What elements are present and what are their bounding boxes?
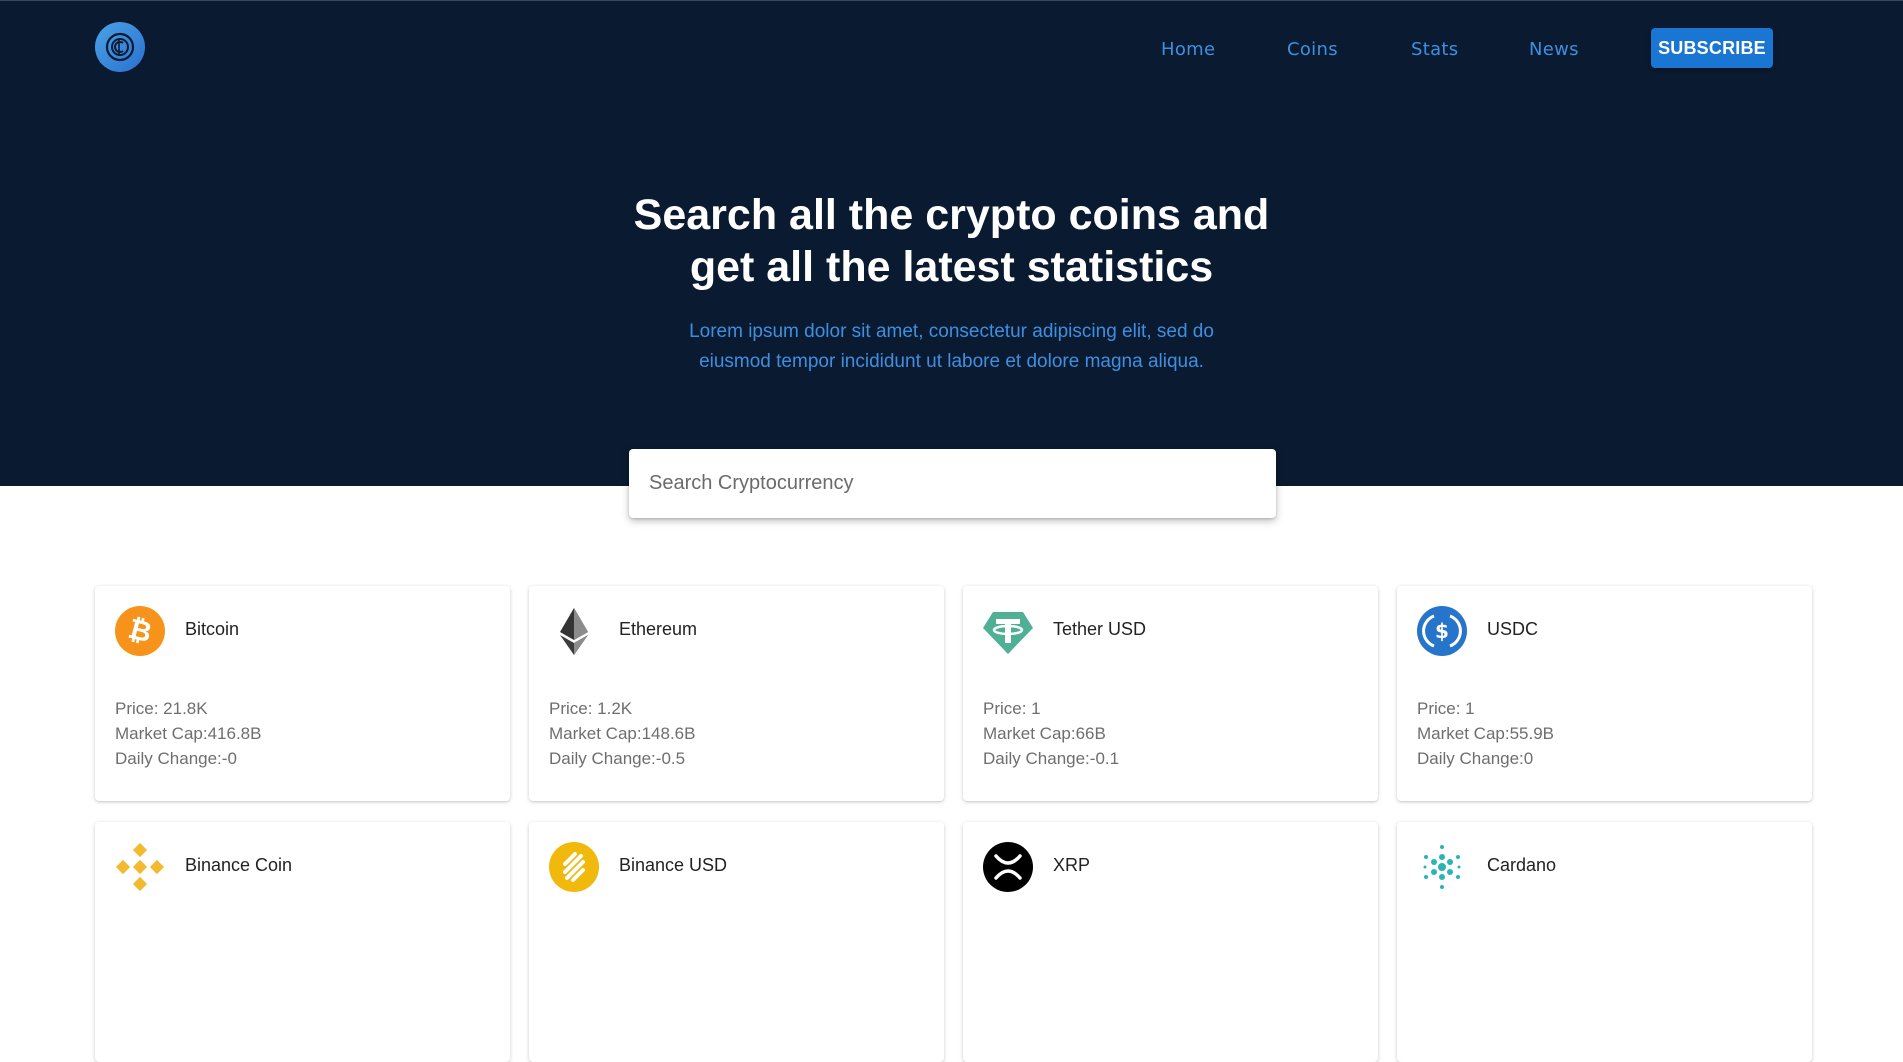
main-nav: Home Coins Stats News [0,35,1903,65]
coin-market-cap: Market Cap:55.9B [1417,724,1555,743]
svg-text:$: $ [1435,619,1449,643]
coin-market-cap: Market Cap:416.8B [115,724,262,743]
coin-daily-change: Daily Change:-0 [115,749,237,768]
search-box [629,449,1276,518]
coin-card-xrp[interactable]: XRP [963,822,1378,1062]
coin-name: Bitcoin [185,619,240,639]
binance-coin-icon [115,842,165,892]
hero-subtext-line1: Lorem ipsum dolor sit amet, consectetur … [689,321,1214,342]
hero-subtext: Lorem ipsum dolor sit amet, consectetur … [0,317,1903,377]
coin-price: Price: 1 [983,699,1041,718]
coin-name: Binance USD [619,855,728,875]
ethereum-icon [560,608,588,655]
hero-subtext-line2: eiusmod tempor incididunt ut labore et d… [699,351,1204,372]
coin-name: Ethereum [619,619,698,639]
hero-headline: Search all the crypto coins and get all … [0,189,1903,293]
coin-name: USDC [1487,619,1539,639]
coin-market-cap: Market Cap:148.6B [549,724,696,743]
coin-name: Cardano [1487,855,1557,875]
nav-link-coins[interactable]: Coins [1287,39,1338,60]
usdc-icon: $ [1417,606,1467,656]
coin-card-binance-usd[interactable]: Binance USD [529,822,944,1062]
search-input[interactable] [647,471,1247,496]
coin-card-ethereum[interactable]: Ethereum Price: 1.2K Market Cap:148.6B D… [529,586,944,801]
coin-card-cardano[interactable]: Cardano [1397,822,1812,1062]
coin-price: Price: 1 [1417,699,1475,718]
coin-price: Price: 1.2K [549,699,633,718]
nav-link-stats[interactable]: Stats [1411,39,1458,60]
coin-card-bitcoin[interactable]: ₿ Bitcoin Price: 21.8K Market Cap:416.8B… [95,586,510,801]
hero-headline-line1: Search all the crypto coins and [633,191,1270,239]
coin-stats: Price: 1 Market Cap:55.9B Daily Change:0 [1417,696,1554,771]
bitcoin-icon: ₿ [115,606,165,656]
cardano-icon [1423,845,1461,889]
nav-link-home[interactable]: Home [1161,39,1215,60]
binance-usd-icon [549,842,599,892]
hero-headline-line2: get all the latest statistics [689,243,1214,291]
coin-daily-change: Daily Change:0 [1417,749,1534,768]
subscribe-button[interactable]: SUBSCRIBE [1651,28,1773,68]
coin-name: Tether USD [1053,619,1147,639]
coin-stats: Price: 21.8K Market Cap:416.8B Daily Cha… [115,696,261,771]
hero-section: Home Coins Stats News SUBSCRIBE Search a… [0,0,1903,486]
coin-card-binance-coin[interactable]: Binance Coin [95,822,510,1062]
coin-card-tether[interactable]: Tether USD Price: 1 Market Cap:66B Daily… [963,586,1378,801]
coin-stats: Price: 1.2K Market Cap:148.6B Daily Chan… [549,696,695,771]
nav-link-news[interactable]: News [1529,39,1579,60]
coin-daily-change: Daily Change:-0.1 [983,749,1120,768]
coin-market-cap: Market Cap:66B [983,724,1106,743]
coin-card-usdc[interactable]: $ USDC Price: 1 Market Cap:55.9B Daily C… [1397,586,1812,801]
coin-daily-change: Daily Change:-0.5 [549,749,686,768]
coin-price: Price: 21.8K [115,699,208,718]
coin-stats: Price: 1 Market Cap:66B Daily Change:-0.… [983,696,1119,771]
coin-name: Binance Coin [185,855,293,875]
tether-icon [983,612,1033,654]
coin-name: XRP [1053,855,1091,875]
xrp-icon [983,842,1033,892]
